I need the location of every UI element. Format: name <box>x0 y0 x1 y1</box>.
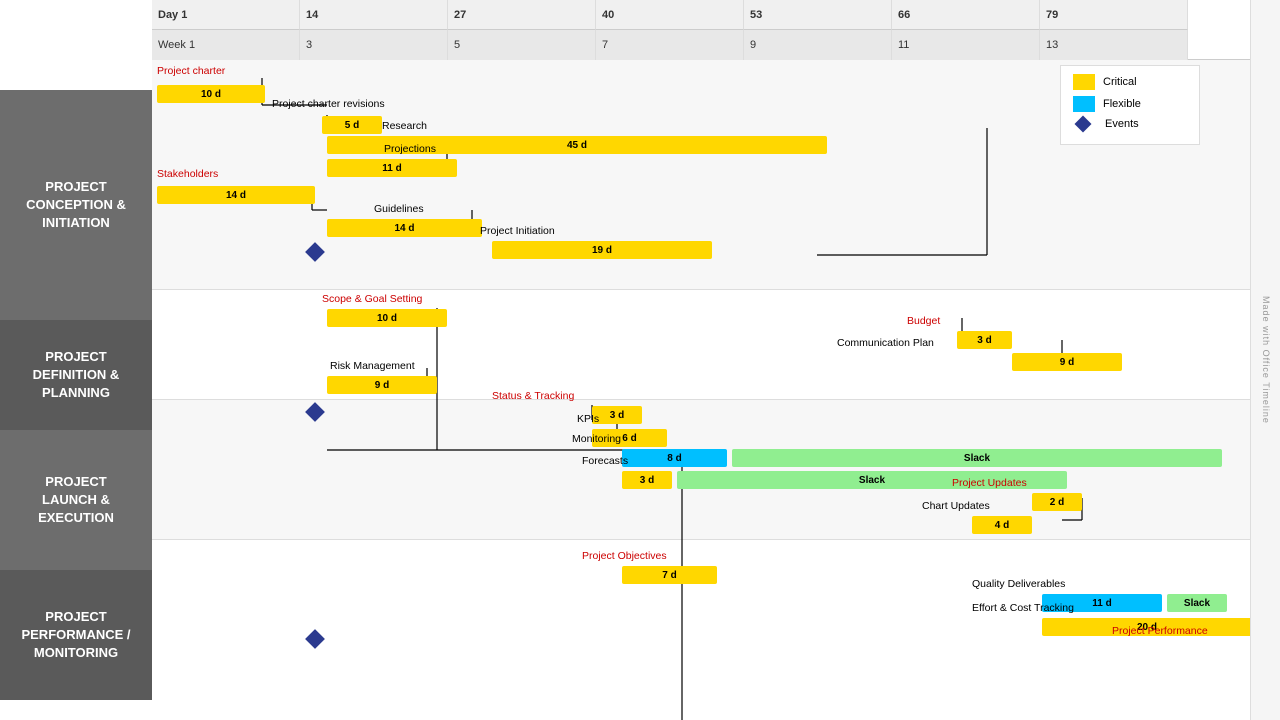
day-40: 40 <box>596 0 744 30</box>
bar-chart-updates: 4 d <box>972 516 1032 534</box>
task-label-quality-deliverables: Quality Deliverables <box>972 578 1065 590</box>
week-7: 7 <box>596 30 744 60</box>
main-container: PROJECTCONCEPTION &INITIATION PROJECTDEF… <box>0 0 1280 720</box>
sidebar-top-spacer <box>0 0 152 90</box>
legend-critical-box <box>1073 74 1095 90</box>
bar-project-updates: 2 d <box>1032 493 1082 511</box>
legend: Critical Flexible Events <box>1060 65 1200 145</box>
bar-monitoring-cyan: 8 d <box>622 449 727 467</box>
legend-flexible-box <box>1073 96 1095 112</box>
section-band-3 <box>152 400 1280 540</box>
task-label-kpis: KPIs <box>577 413 599 425</box>
sidebar-section-4: PROJECTPERFORMANCE /MONITORING <box>0 570 152 700</box>
bar-project-charter: 10 d <box>157 85 265 103</box>
gantt-body: Project charter 10 d Project charter rev… <box>152 60 1280 720</box>
bar-project-initiation: 19 d <box>492 241 712 259</box>
week-11: 11 <box>892 30 1040 60</box>
week-5: 5 <box>448 30 596 60</box>
task-label-stakeholders: Stakeholders <box>157 168 218 180</box>
sidebar-label-3: PROJECTLAUNCH &EXECUTION <box>38 473 114 528</box>
legend-diamond <box>1075 116 1092 133</box>
bar-scope-goal: 10 d <box>327 309 447 327</box>
bar-risk-mgmt: 9 d <box>327 376 437 394</box>
sidebar-label-2: PROJECTDEFINITION &PLANNING <box>33 348 120 403</box>
task-label-project-updates: Project Updates <box>952 477 1027 489</box>
sidebar-label-1: PROJECTCONCEPTION &INITIATION <box>26 178 126 233</box>
task-label-forecasts: Forecasts <box>582 455 628 467</box>
task-label-project-objectives: Project Objectives <box>582 550 667 562</box>
legend-events: Events <box>1073 118 1187 130</box>
bar-budget: 3 d <box>957 331 1012 349</box>
task-label-guidelines: Guidelines <box>374 203 424 215</box>
task-label-projections: Projections <box>384 143 436 155</box>
chart-area: Day 1 14 27 40 53 66 79 Week 1 3 5 7 9 1… <box>152 0 1280 720</box>
watermark-text: Made with Office Timeline <box>1261 296 1271 424</box>
task-label-monitoring: Monitoring <box>572 433 621 445</box>
bar-stakeholders: 14 d <box>157 186 315 204</box>
sidebar-section-2: PROJECTDEFINITION &PLANNING <box>0 320 152 430</box>
week-3: 3 <box>300 30 448 60</box>
bar-charter-revisions: 5 d <box>322 116 382 134</box>
task-label-risk-mgmt: Risk Management <box>330 360 415 372</box>
day-14: 14 <box>300 0 448 30</box>
task-label-project-initiation: Project Initiation <box>480 225 555 237</box>
bar-monitoring-slack: Slack <box>732 449 1222 467</box>
day-53: 53 <box>744 0 892 30</box>
task-label-effort-cost: Effort & Cost Tracking <box>972 602 1074 614</box>
bar-forecasts-yellow: 3 d <box>622 471 672 489</box>
legend-events-label: Events <box>1105 118 1139 130</box>
week-9: 9 <box>744 30 892 60</box>
bar-comm-plan: 9 d <box>1012 353 1122 371</box>
task-label-project-charter: Project charter <box>157 65 225 77</box>
day-1: Day 1 <box>152 0 300 30</box>
day-27: 27 <box>448 0 596 30</box>
task-label-budget: Budget <box>907 315 940 327</box>
legend-flexible-label: Flexible <box>1103 98 1141 110</box>
week-13: 13 <box>1040 30 1188 60</box>
task-label-chart-updates: Chart Updates <box>922 500 990 512</box>
sidebar-label-4: PROJECTPERFORMANCE /MONITORING <box>21 608 130 663</box>
task-label-research: Research <box>382 120 427 132</box>
sidebar-section-3: PROJECTLAUNCH &EXECUTION <box>0 430 152 570</box>
timeline-row-days: Day 1 14 27 40 53 66 79 <box>152 0 1280 30</box>
bar-quality-slack: Slack <box>1167 594 1227 612</box>
timeline-row-weeks: Week 1 3 5 7 9 11 13 <box>152 30 1280 60</box>
day-79: 79 <box>1040 0 1188 30</box>
task-label-charter-revisions: Project charter revisions <box>272 98 385 110</box>
bar-guidelines: 14 d <box>327 219 482 237</box>
task-label-status-tracking: Status & Tracking <box>492 390 574 402</box>
task-label-project-performance: Project Performance <box>1112 625 1208 637</box>
week-1: Week 1 <box>152 30 300 60</box>
sidebar: PROJECTCONCEPTION &INITIATION PROJECTDEF… <box>0 0 152 720</box>
day-66: 66 <box>892 0 1040 30</box>
sidebar-section-1: PROJECTCONCEPTION &INITIATION <box>0 90 152 320</box>
watermark: Made with Office Timeline <box>1250 0 1280 720</box>
task-label-comm-plan: Communication Plan <box>837 337 934 349</box>
timeline-header: Day 1 14 27 40 53 66 79 Week 1 3 5 7 9 1… <box>152 0 1280 60</box>
legend-critical: Critical <box>1073 74 1187 90</box>
legend-critical-label: Critical <box>1103 76 1137 88</box>
task-label-scope-goal: Scope & Goal Setting <box>322 293 422 305</box>
section-band-2 <box>152 290 1280 400</box>
bar-project-objectives: 7 d <box>622 566 717 584</box>
legend-flexible: Flexible <box>1073 96 1187 112</box>
bar-status-tracking: 3 d <box>592 406 642 424</box>
bar-projections: 11 d <box>327 159 457 177</box>
